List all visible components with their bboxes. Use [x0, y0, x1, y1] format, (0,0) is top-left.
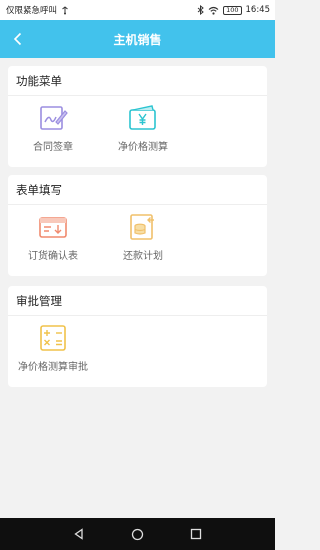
- battery-icon: 100: [223, 5, 242, 15]
- header-bar: 主机销售: [0, 20, 275, 58]
- back-button[interactable]: [8, 29, 28, 49]
- section-title: 审批管理: [8, 286, 267, 316]
- carrier-text: 仅限紧急呼叫: [6, 6, 58, 16]
- home-circle-icon[interactable]: [131, 528, 144, 541]
- menu-item-label: 订货确认表: [28, 251, 78, 262]
- menu-item-order-confirm[interactable]: 订货确认表: [8, 211, 98, 262]
- section-form-fill: 表单填写 订货确认表 还款计划: [8, 175, 267, 276]
- wallet-yen-icon: [129, 105, 156, 130]
- calculator-icon: [40, 325, 66, 351]
- status-bar: 仅限紧急呼叫 100 16:45: [0, 0, 275, 20]
- menu-item-label: 净价格测算: [118, 142, 168, 153]
- menu-item-repayment-plan[interactable]: 还款计划: [98, 211, 188, 262]
- order-confirm-icon: [39, 217, 67, 238]
- back-triangle-icon[interactable]: [73, 528, 85, 540]
- repayment-plan-icon: [130, 214, 154, 240]
- section-title: 功能菜单: [8, 66, 267, 96]
- menu-item-label: 合同签章: [33, 142, 73, 153]
- main-content: 功能菜单 合同签章 净价格测算 表单填写 订货确认表 还款计划 审批管理 净价格…: [0, 58, 275, 518]
- wifi-icon: [208, 6, 219, 15]
- bluetooth-icon: [197, 5, 204, 15]
- menu-item-net-price-approval[interactable]: 净价格测算审批: [8, 322, 98, 373]
- recents-square-icon[interactable]: [190, 528, 202, 540]
- battery-level: 100: [226, 5, 239, 14]
- status-right: 100 16:45: [197, 5, 270, 15]
- section-function-menu: 功能菜单 合同签章 净价格测算: [8, 66, 267, 167]
- clock-text: 16:45: [245, 5, 271, 15]
- menu-item-net-price-calc[interactable]: 净价格测算: [98, 102, 188, 153]
- menu-item-label: 净价格测算审批: [18, 362, 88, 373]
- section-approval-management: 审批管理 净价格测算审批: [8, 286, 267, 387]
- contract-sign-icon: [40, 106, 68, 130]
- chevron-left-icon: [13, 32, 22, 46]
- sim-icon: [62, 5, 68, 14]
- page-title: 主机销售: [113, 32, 162, 47]
- status-left: 仅限紧急呼叫: [6, 4, 69, 16]
- section-title: 表单填写: [8, 175, 267, 205]
- system-nav-bar: [0, 518, 275, 550]
- menu-item-label: 还款计划: [123, 251, 163, 262]
- menu-item-contract-sign[interactable]: 合同签章: [8, 102, 98, 153]
